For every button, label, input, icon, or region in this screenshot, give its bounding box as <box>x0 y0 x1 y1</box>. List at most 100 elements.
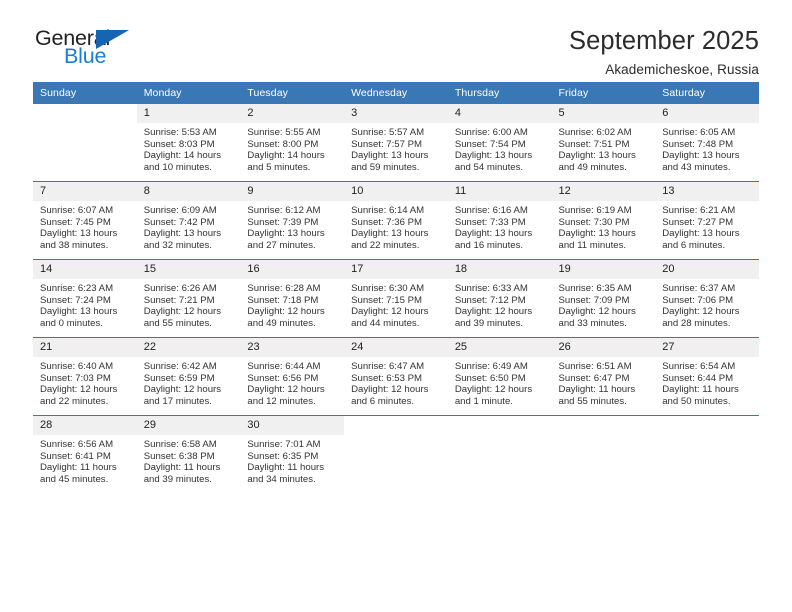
sunrise-text: Sunrise: 6:33 AM <box>454 283 528 294</box>
calendar-day[interactable]: 25 Sunrise: 6:49 AM Sunset: 6:50 PM Dayligh… <box>447 338 552 415</box>
daylight-text-line2: and 12 minutes. <box>247 395 316 407</box>
calendar-day[interactable]: 29 Sunrise: 6:58 AM Sunset: 6:38 PM Dayligh… <box>136 416 241 493</box>
daylight-text-line2: and 59 minutes. <box>351 161 420 173</box>
calendar-day[interactable]: 28 Sunrise: 6:56 AM Sunset: 6:41 PM Dayligh… <box>33 416 137 493</box>
calendar-day[interactable]: 22 Sunrise: 6:42 AM Sunset: 6:59 PM Dayligh… <box>136 338 241 415</box>
daylight-text-line2: and 49 minutes. <box>558 161 627 173</box>
calendar-day[interactable]: 23 Sunrise: 6:44 AM Sunset: 6:56 PM Dayligh… <box>240 338 345 415</box>
day-number: 11 <box>447 182 552 201</box>
calendar-day[interactable]: 24 Sunrise: 6:47 AM Sunset: 6:53 PM Dayligh… <box>344 338 448 415</box>
calendar-day[interactable]: 19 Sunrise: 6:35 AM Sunset: 7:09 PM Dayligh… <box>551 260 656 337</box>
calendar-cell: 19 Sunrise: 6:35 AM Sunset: 7:09 PM Dayligh… <box>551 259 656 338</box>
calendar-cell: 8 Sunrise: 6:09 AM Sunset: 7:42 PM Daylight… <box>136 181 241 260</box>
weekday-header-friday: Friday <box>551 82 656 104</box>
daylight-text-line2: and 45 minutes. <box>40 473 109 485</box>
daylight-text-line1: Daylight: 12 hours <box>351 384 429 396</box>
sunrise-text: Sunrise: 6:54 AM <box>662 361 736 372</box>
daylight-text-line2: and 33 minutes. <box>558 317 627 329</box>
calendar-day[interactable]: 30 Sunrise: 7:01 AM Sunset: 6:35 PM Dayligh… <box>240 416 345 493</box>
calendar-day-empty <box>33 104 137 181</box>
calendar-day[interactable]: 12 Sunrise: 6:19 AM Sunset: 7:30 PM Dayligh… <box>551 182 656 259</box>
day-number <box>33 104 137 123</box>
day-number: 8 <box>136 182 241 201</box>
calendar-day[interactable]: 6 Sunrise: 6:05 AM Sunset: 7:48 PM Daylight… <box>655 104 759 181</box>
calendar-cell: 14 Sunrise: 6:23 AM Sunset: 7:24 PM Dayligh… <box>33 259 137 338</box>
sunrise-text: Sunrise: 6:47 AM <box>351 361 425 372</box>
calendar-day[interactable]: 26 Sunrise: 6:51 AM Sunset: 6:47 PM Dayligh… <box>551 338 656 415</box>
calendar-day[interactable]: 13 Sunrise: 6:21 AM Sunset: 7:27 PM Dayligh… <box>655 182 759 259</box>
calendar-day[interactable]: 7 Sunrise: 6:07 AM Sunset: 7:45 PM Daylight… <box>33 182 137 259</box>
calendar-cell: 30 Sunrise: 7:01 AM Sunset: 6:35 PM Dayligh… <box>240 415 345 493</box>
sunrise-text: Sunrise: 6:44 AM <box>247 361 321 372</box>
calendar-day[interactable]: 9 Sunrise: 6:12 AM Sunset: 7:39 PM Daylight… <box>240 182 345 259</box>
day-details: Sunrise: 6:44 AM Sunset: 6:56 PM Daylight:… <box>240 357 344 407</box>
day-number: 30 <box>240 416 345 435</box>
sunset-text: Sunset: 6:53 PM <box>351 372 423 384</box>
sunset-text: Sunset: 7:12 PM <box>454 294 526 306</box>
calendar-cell <box>655 415 759 493</box>
calendar-day[interactable]: 2 Sunrise: 5:55 AM Sunset: 8:00 PM Daylight… <box>240 104 345 181</box>
sunrise-text: Sunrise: 6:26 AM <box>143 283 217 294</box>
day-number: 1 <box>136 104 241 123</box>
calendar-day[interactable]: 18 Sunrise: 6:33 AM Sunset: 7:12 PM Dayligh… <box>447 260 552 337</box>
calendar-day[interactable]: 14 Sunrise: 6:23 AM Sunset: 7:24 PM Dayligh… <box>33 260 137 337</box>
calendar-day[interactable]: 20 Sunrise: 6:37 AM Sunset: 7:06 PM Dayligh… <box>655 260 759 337</box>
daylight-text-line1: Daylight: 12 hours <box>143 384 222 396</box>
calendar-page: General Blue September 2025 Akademichesk… <box>0 0 792 612</box>
sunrise-text: Sunrise: 6:30 AM <box>351 283 425 294</box>
daylight-text-line1: Daylight: 14 hours <box>247 150 325 162</box>
sunset-text: Sunset: 6:50 PM <box>454 372 526 384</box>
calendar-day[interactable]: 17 Sunrise: 6:30 AM Sunset: 7:15 PM Dayligh… <box>344 260 448 337</box>
sunset-text: Sunset: 7:48 PM <box>662 138 734 150</box>
sunrise-text: Sunrise: 6:56 AM <box>40 439 114 450</box>
calendar-day[interactable]: 11 Sunrise: 6:16 AM Sunset: 7:33 PM Dayligh… <box>447 182 552 259</box>
sunrise-text: Sunrise: 6:02 AM <box>558 127 632 138</box>
calendar-day[interactable]: 15 Sunrise: 6:26 AM Sunset: 7:21 PM Dayligh… <box>136 260 241 337</box>
day-number <box>448 416 552 435</box>
sunset-text: Sunset: 7:36 PM <box>351 216 423 228</box>
calendar-day[interactable]: 5 Sunrise: 6:02 AM Sunset: 7:51 PM Daylight… <box>551 104 656 181</box>
calendar-day[interactable]: 27 Sunrise: 6:54 AM Sunset: 6:44 PM Dayligh… <box>655 338 759 415</box>
calendar-cell: 22 Sunrise: 6:42 AM Sunset: 6:59 PM Dayligh… <box>136 337 241 416</box>
daylight-text-line1: Daylight: 12 hours <box>247 384 325 396</box>
daylight-text-line1: Daylight: 13 hours <box>40 228 118 240</box>
daylight-text-line2: and 43 minutes. <box>662 161 731 173</box>
daylight-text-line1: Daylight: 13 hours <box>662 228 740 240</box>
calendar-cell: 1 Sunrise: 5:53 AM Sunset: 8:03 PM Daylight… <box>136 104 241 182</box>
day-number: 22 <box>136 338 241 357</box>
calendar-cell: 20 Sunrise: 6:37 AM Sunset: 7:06 PM Dayligh… <box>655 259 759 338</box>
calendar-day[interactable]: 16 Sunrise: 6:28 AM Sunset: 7:18 PM Dayligh… <box>240 260 345 337</box>
calendar-day[interactable]: 1 Sunrise: 5:53 AM Sunset: 8:03 PM Daylight… <box>136 104 241 181</box>
calendar-day[interactable]: 21 Sunrise: 6:40 AM Sunset: 7:03 PM Dayligh… <box>33 338 137 415</box>
sunrise-text: Sunrise: 6:42 AM <box>143 361 217 372</box>
sunset-text: Sunset: 7:27 PM <box>662 216 734 228</box>
day-details: Sunrise: 6:16 AM Sunset: 7:33 PM Daylight:… <box>448 201 552 251</box>
calendar-day[interactable]: 4 Sunrise: 6:00 AM Sunset: 7:54 PM Daylight… <box>447 104 552 181</box>
daylight-text-line2: and 28 minutes. <box>662 317 731 329</box>
day-number: 14 <box>33 260 137 279</box>
weekday-header-monday: Monday <box>136 82 241 104</box>
daylight-text-line1: Daylight: 12 hours <box>454 306 533 318</box>
general-blue-logo[interactable]: General Blue <box>33 26 163 72</box>
calendar-week-row: 14 Sunrise: 6:23 AM Sunset: 7:24 PM Dayligh… <box>33 259 759 338</box>
sunset-text: Sunset: 7:51 PM <box>558 138 630 150</box>
day-details: Sunrise: 6:26 AM Sunset: 7:21 PM Daylight:… <box>137 279 241 329</box>
calendar-day[interactable]: 10 Sunrise: 6:14 AM Sunset: 7:36 PM Dayligh… <box>344 182 448 259</box>
calendar-day[interactable]: 3 Sunrise: 5:57 AM Sunset: 7:57 PM Daylight… <box>344 104 448 181</box>
daylight-text-line2: and 17 minutes. <box>143 395 212 407</box>
sunrise-text: Sunrise: 6:00 AM <box>454 127 528 138</box>
day-details: Sunrise: 6:49 AM Sunset: 6:50 PM Daylight:… <box>448 357 552 407</box>
calendar-day[interactable]: 8 Sunrise: 6:09 AM Sunset: 7:42 PM Daylight… <box>136 182 241 259</box>
daylight-text-line1: Daylight: 13 hours <box>454 228 533 240</box>
day-details: Sunrise: 6:33 AM Sunset: 7:12 PM Daylight:… <box>448 279 552 329</box>
weekday-header-saturday: Saturday <box>655 82 759 104</box>
page-header: General Blue September 2025 Akademichesk… <box>33 0 759 77</box>
day-details: Sunrise: 5:55 AM Sunset: 8:00 PM Daylight:… <box>240 123 344 173</box>
daylight-text-line2: and 34 minutes. <box>247 473 316 485</box>
day-number: 28 <box>33 416 137 435</box>
calendar-cell: 5 Sunrise: 6:02 AM Sunset: 7:51 PM Daylight… <box>551 104 656 182</box>
daylight-text-line1: Daylight: 12 hours <box>40 384 118 396</box>
sunrise-text: Sunrise: 6:35 AM <box>558 283 632 294</box>
calendar-cell <box>447 415 552 493</box>
sunrise-text: Sunrise: 6:14 AM <box>351 205 425 216</box>
